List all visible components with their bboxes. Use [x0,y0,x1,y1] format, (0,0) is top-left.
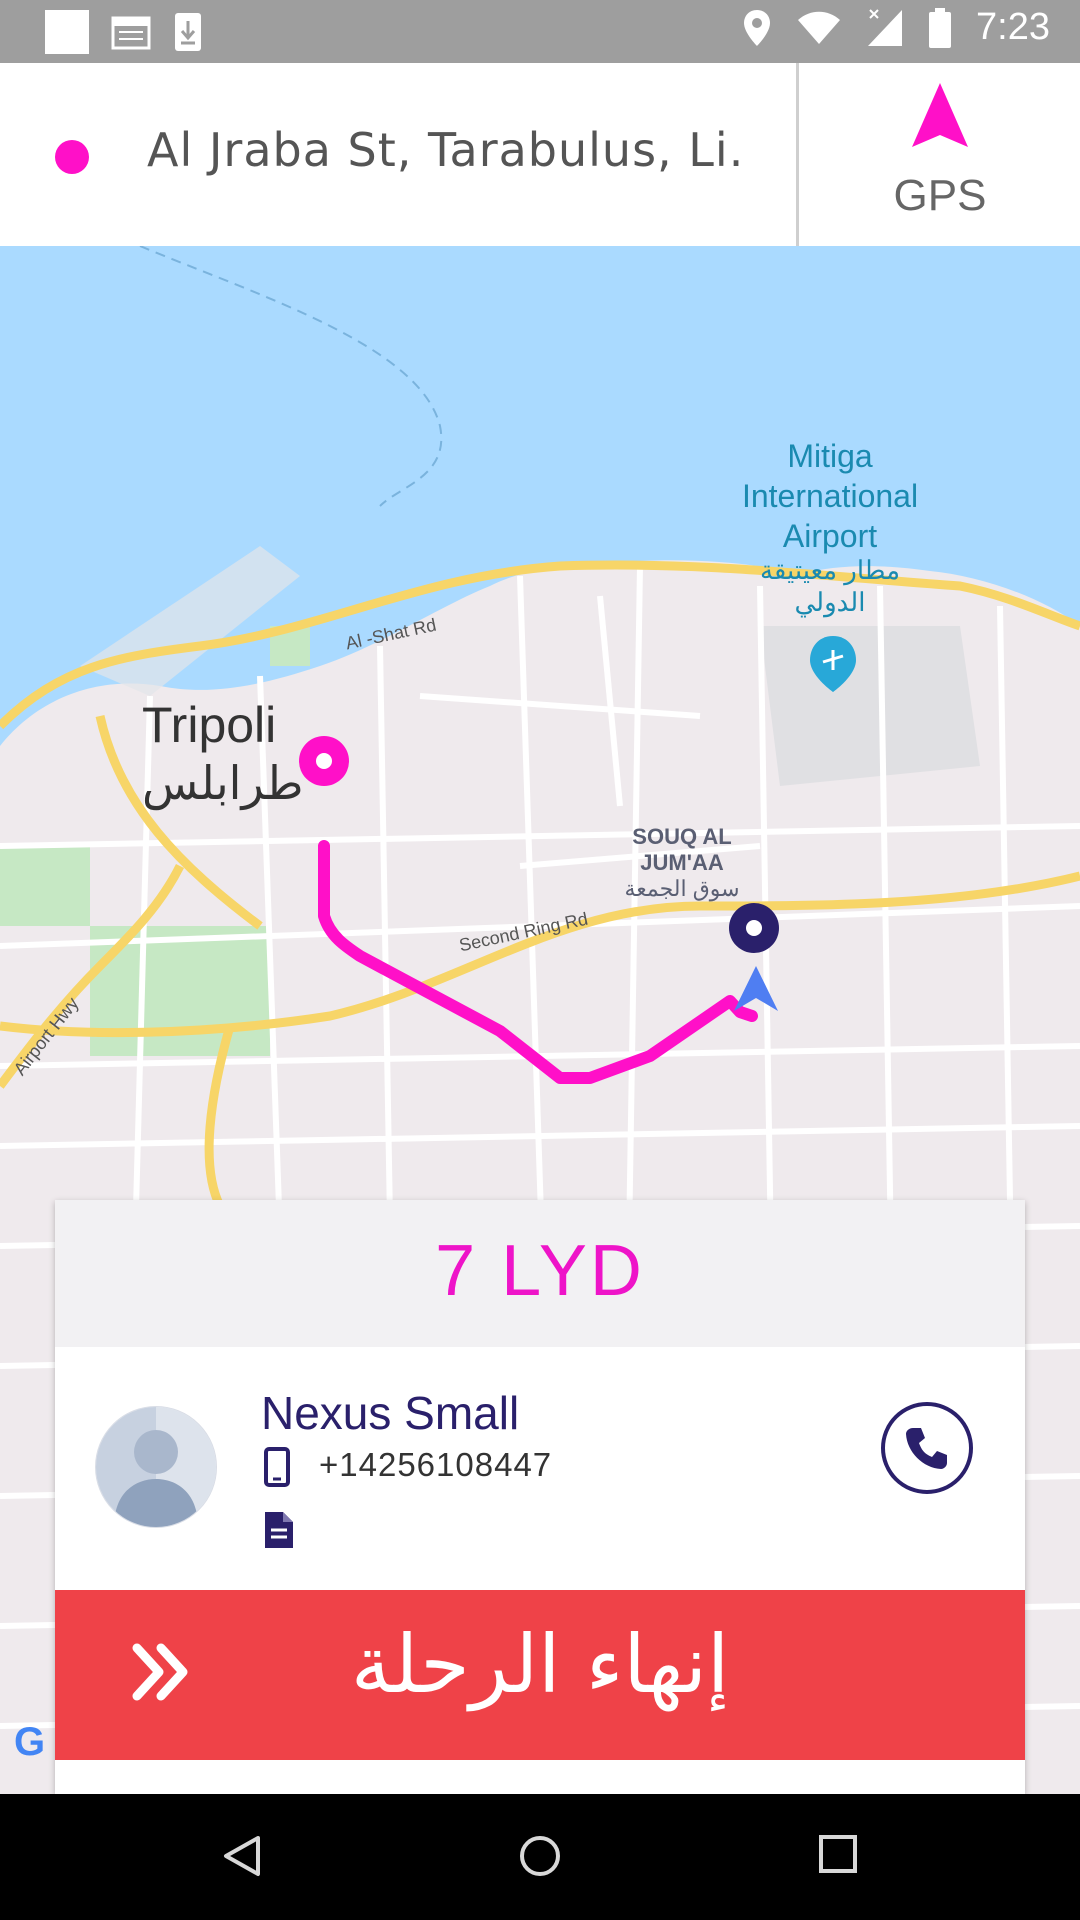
airport-label: Mitiga International Airport [741,438,919,554]
address-field[interactable]: Al Jraba St, Tarabulus, Li... [147,123,747,177]
end-trip-label: إنهاء الرحلة [350,1618,730,1711]
clock: 7:23 [976,6,1050,48]
navigation-arrow-icon [912,83,968,147]
end-trip-button[interactable]: إنهاء الرحلة [55,1590,1025,1760]
signal-icon [868,8,903,46]
battery-icon [929,7,952,48]
mobile-phone-icon [264,1447,290,1487]
phone-call-icon [906,1428,947,1469]
rider-name: Nexus Small [261,1387,520,1439]
district-label: SOUQ AL JUM'AA [632,824,732,875]
address-header: Al Jraba St, Tarabulus, Li... GPS [0,63,1080,247]
home-icon[interactable] [518,1834,562,1878]
gps-button[interactable]: GPS [800,63,1080,246]
call-button[interactable] [881,1402,973,1494]
location-icon [744,9,771,46]
airport-label-arabic: مطار معيتيقة الدولي [759,555,901,617]
trip-card: 7 LYD Nexus Small +14256108447 إنهاء الر… [55,1200,1025,1794]
pickup-dot-icon [55,140,89,174]
fare-amount: 7 LYD [435,1231,645,1311]
google-logo: G [14,1720,46,1764]
person-icon [96,1407,216,1527]
system-nav-bar [0,1794,1080,1920]
gps-label: GPS [893,171,987,220]
city-label-arabic: طرابلس [142,757,304,809]
notification-square-icon [45,10,89,54]
header-divider [796,63,799,246]
current-location-arrow [734,966,778,1011]
status-bar: 7:23 [0,0,1080,63]
district-label-arabic: سوق الجمعة [624,876,740,901]
airport-area [760,626,980,786]
wifi-icon [798,11,841,44]
avatar [95,1406,217,1528]
calendar-icon [111,16,151,50]
document-icon[interactable] [263,1510,295,1550]
back-icon[interactable] [222,1834,262,1878]
recents-icon[interactable] [818,1834,858,1874]
download-icon [175,13,201,51]
rider-phone[interactable]: +14256108447 [319,1446,552,1484]
city-label: Tripoli [142,697,277,753]
fare-band: 7 LYD [55,1200,1025,1347]
